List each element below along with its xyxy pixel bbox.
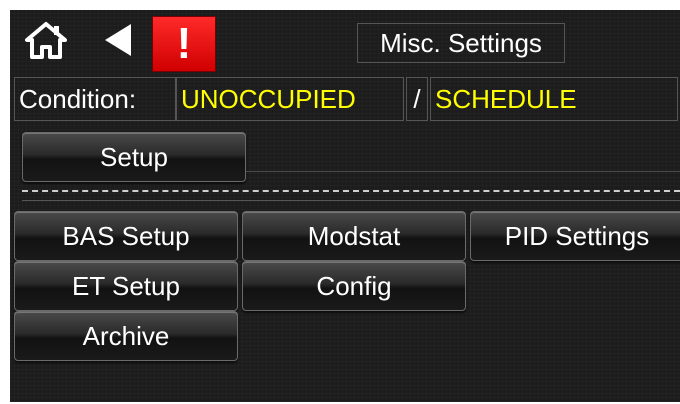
dashed-divider [22,190,680,192]
back-arrow-icon [101,20,135,65]
et-setup-button[interactable]: ET Setup [14,261,238,311]
modstat-button[interactable]: Modstat [242,211,466,261]
top-bar: ! Misc. Settings [10,10,680,72]
occupancy-status: UNOCCUPIED [176,77,404,121]
touch-screen: ! Misc. Settings Condition: UNOCCUPIED /… [10,10,680,402]
condition-label: Condition: [14,77,176,121]
alert-icon: ! [176,19,192,68]
condition-separator: / [406,77,428,121]
archive-button[interactable]: Archive [14,311,238,361]
schedule-mode: SCHEDULE [430,77,678,121]
page-title: Misc. Settings [357,23,565,63]
home-icon [23,20,69,65]
pid-settings-button[interactable]: PID Settings [470,211,680,261]
config-button[interactable]: Config [242,261,466,311]
home-button[interactable] [16,16,76,68]
bas-setup-button[interactable]: BAS Setup [14,211,238,261]
divider [22,200,680,201]
back-button[interactable] [88,16,148,68]
alert-button[interactable]: ! [152,16,216,72]
setup-button[interactable]: Setup [22,132,246,182]
condition-row: Condition: UNOCCUPIED / SCHEDULE [10,77,680,123]
divider [246,171,680,172]
